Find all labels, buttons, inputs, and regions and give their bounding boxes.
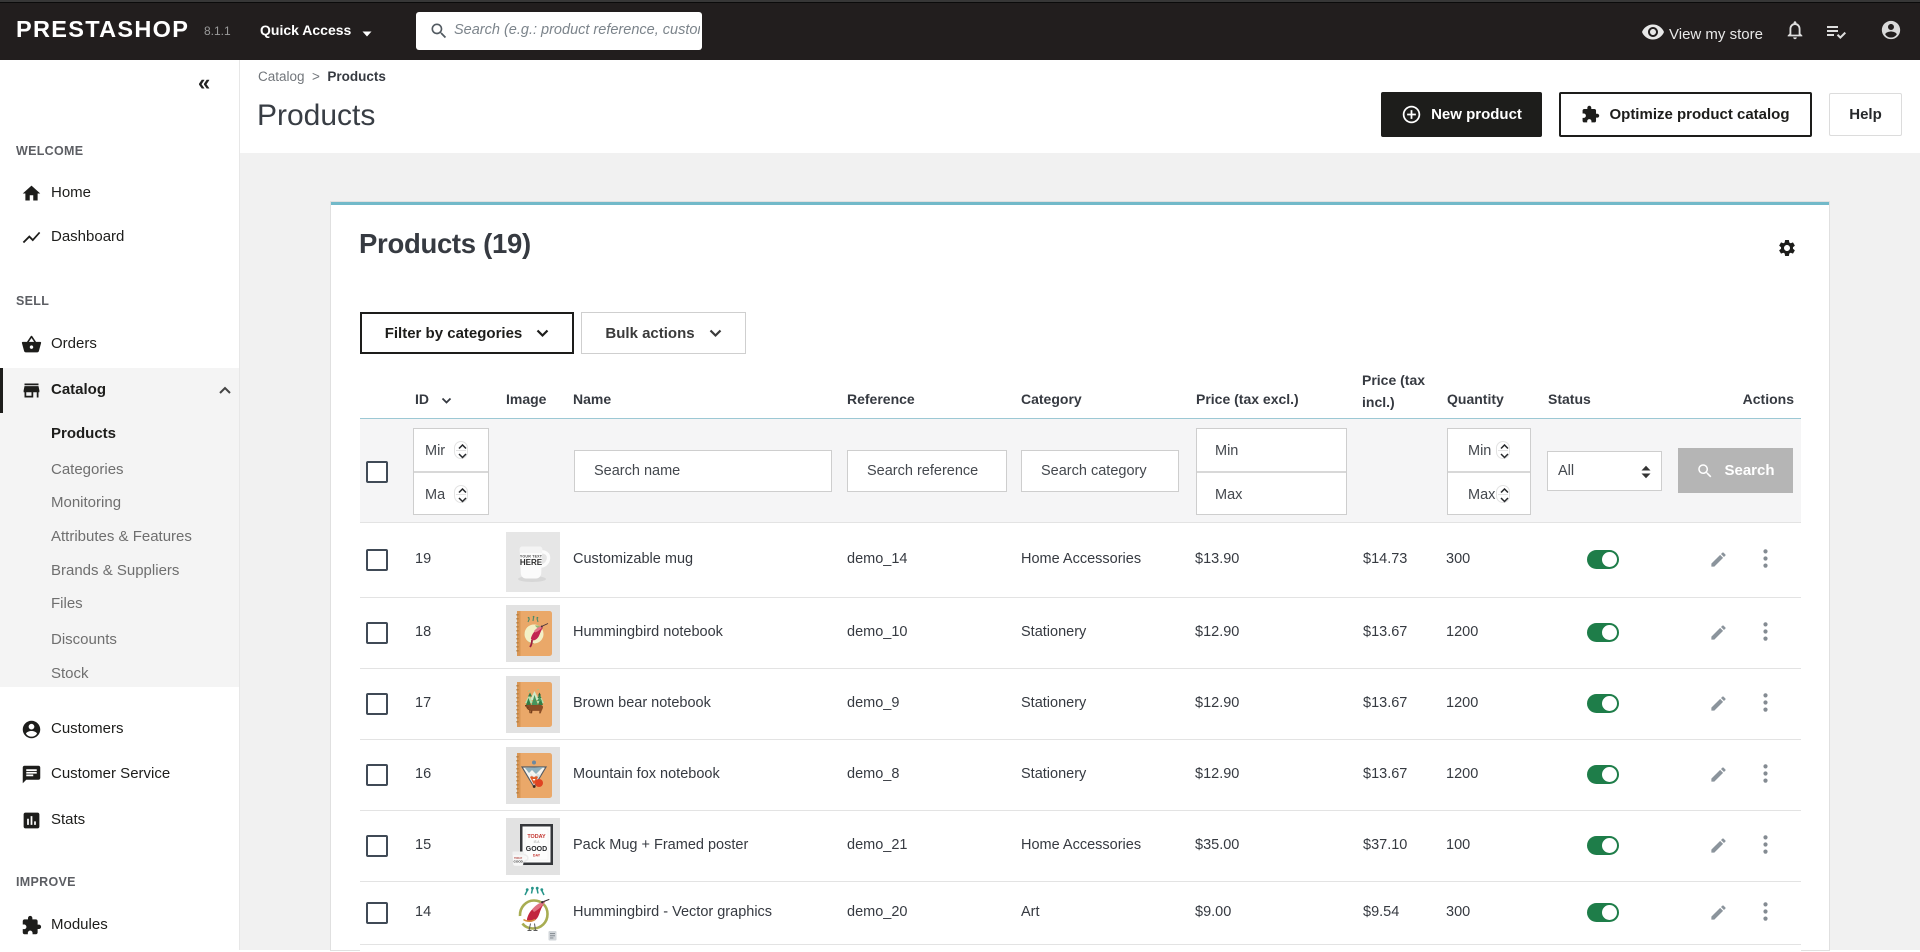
svg-text:GOOD: GOOD [513, 860, 523, 864]
svg-text:HERE: HERE [520, 558, 543, 567]
svg-text:GOOD: GOOD [526, 846, 547, 853]
svg-text:IS A: IS A [534, 840, 541, 844]
svg-text:DAY: DAY [533, 854, 541, 858]
